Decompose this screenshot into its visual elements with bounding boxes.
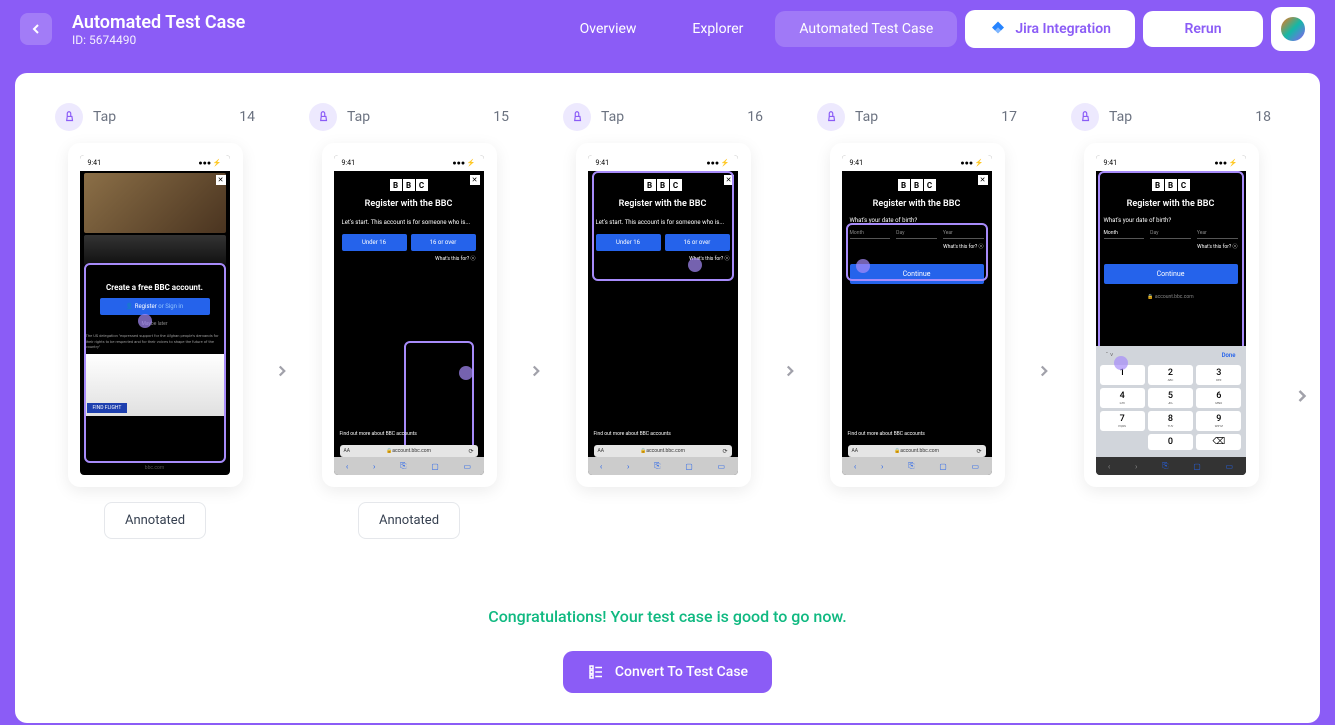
step-card-14: Tap 14 9:41●●● ⚡ ✕ Create a free BBC acc… bbox=[55, 103, 255, 539]
header: Automated Test Case ID: 5674490 Overview… bbox=[0, 0, 1335, 58]
step-number: 14 bbox=[239, 109, 255, 125]
step-card-15: Tap 15 9:41●●● ⚡ ✕ BBC Register with the… bbox=[309, 103, 509, 539]
next-page-arrow[interactable] bbox=[1292, 386, 1312, 410]
tap-icon bbox=[55, 103, 83, 131]
chevron-right-icon bbox=[775, 362, 805, 380]
jira-icon bbox=[989, 20, 1007, 38]
phone-card[interactable]: 9:41●●● ⚡ ✕ BBC Register with the BBC Le… bbox=[576, 143, 751, 487]
action-label: Tap bbox=[601, 109, 747, 125]
tab-overview[interactable]: Overview bbox=[556, 11, 661, 47]
page-title: Automated Test Case bbox=[72, 12, 245, 33]
close-icon: ✕ bbox=[978, 175, 988, 185]
back-button[interactable] bbox=[20, 13, 52, 45]
phone-card[interactable]: 9:41●●● ⚡ ✕ BBC Register with the BBC Le… bbox=[322, 143, 497, 487]
avatar-icon bbox=[1281, 17, 1305, 41]
tab-explorer[interactable]: Explorer bbox=[668, 11, 767, 47]
chevron-right-icon bbox=[267, 362, 297, 380]
nav-tabs: Overview Explorer Automated Test Case Ji… bbox=[556, 7, 1315, 51]
steps-row: Tap 14 9:41●●● ⚡ ✕ Create a free BBC acc… bbox=[55, 103, 1280, 539]
action-label: Tap bbox=[347, 109, 493, 125]
chevron-right-icon bbox=[521, 362, 551, 380]
rerun-button[interactable]: Rerun bbox=[1143, 11, 1263, 47]
annotated-button[interactable]: Annotated bbox=[104, 502, 206, 539]
page-subtitle: ID: 5674490 bbox=[72, 33, 245, 47]
phone-card[interactable]: 9:41●●● ⚡ ✕ Create a free BBC account. 👤… bbox=[68, 143, 243, 487]
close-icon: ✕ bbox=[724, 175, 734, 185]
footer: Congratulations! Your test case is good … bbox=[15, 607, 1320, 693]
step-number: 15 bbox=[493, 109, 509, 125]
step-card-16: Tap 16 9:41●●● ⚡ ✕ BBC Register with the… bbox=[563, 103, 763, 487]
tap-icon bbox=[309, 103, 337, 131]
annotated-button[interactable]: Annotated bbox=[358, 502, 460, 539]
chevron-right-icon bbox=[1029, 362, 1059, 380]
step-number: 16 bbox=[747, 109, 763, 125]
list-icon bbox=[587, 663, 605, 681]
phone-card[interactable]: 9:41●●● ⚡ BBC Register with the BBC What… bbox=[1084, 143, 1259, 487]
step-number: 17 bbox=[1001, 109, 1017, 125]
phone-card[interactable]: 9:41●●● ⚡ ✕ BBC Register with the BBC Wh… bbox=[830, 143, 1005, 487]
convert-to-test-case-button[interactable]: Convert To Test Case bbox=[563, 651, 772, 693]
close-icon: ✕ bbox=[470, 175, 480, 185]
tab-automated-test-case[interactable]: Automated Test Case bbox=[775, 11, 957, 47]
step-card-18: Tap 18 9:41●●● ⚡ BBC Register with the B… bbox=[1071, 103, 1271, 487]
close-icon: ✕ bbox=[216, 175, 226, 185]
title-block: Automated Test Case ID: 5674490 bbox=[72, 12, 245, 47]
tap-icon bbox=[817, 103, 845, 131]
tap-icon bbox=[1071, 103, 1099, 131]
action-label: Tap bbox=[93, 109, 239, 125]
step-card-17: Tap 17 9:41●●● ⚡ ✕ BBC Register with the… bbox=[817, 103, 1017, 487]
tap-icon bbox=[563, 103, 591, 131]
content-panel: Tap 14 9:41●●● ⚡ ✕ Create a free BBC acc… bbox=[15, 73, 1320, 723]
jira-integration-button[interactable]: Jira Integration bbox=[965, 10, 1135, 48]
action-label: Tap bbox=[1109, 109, 1255, 125]
success-message: Congratulations! Your test case is good … bbox=[15, 607, 1320, 626]
step-number: 18 bbox=[1255, 109, 1271, 125]
action-label: Tap bbox=[855, 109, 1001, 125]
profile-button[interactable] bbox=[1271, 7, 1315, 51]
